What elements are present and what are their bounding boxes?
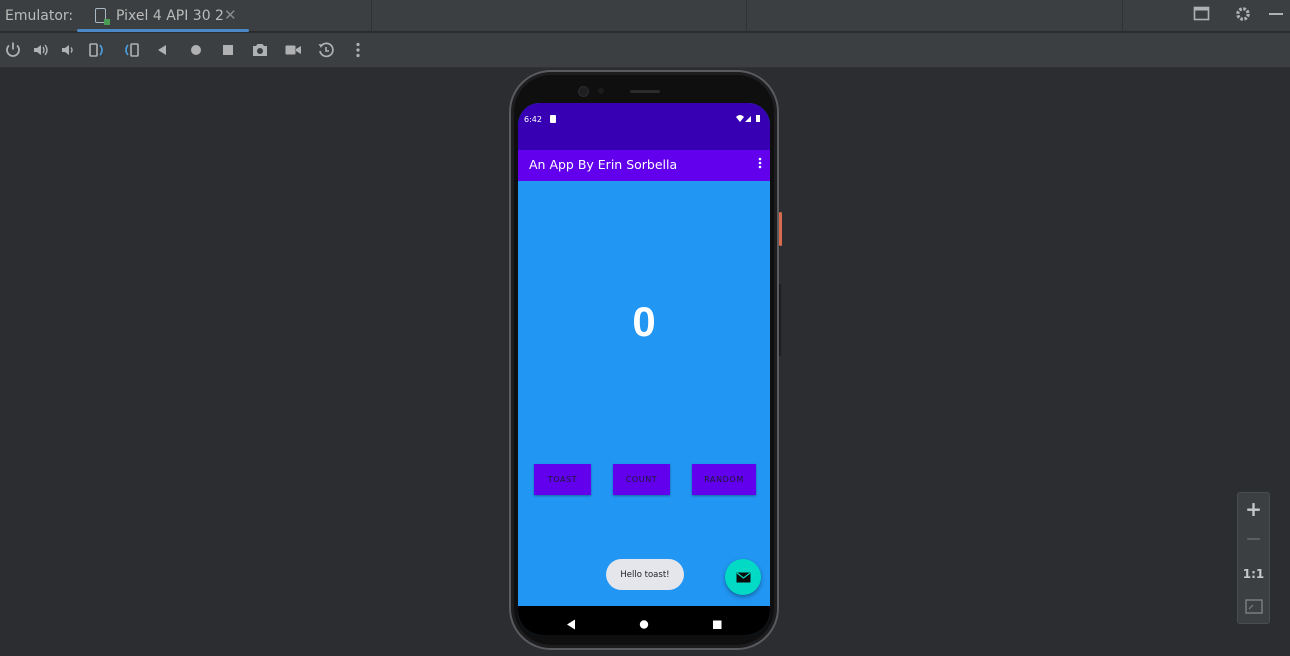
volume-down-icon[interactable] (58, 40, 78, 60)
back-icon[interactable] (152, 40, 172, 60)
window-maximize-icon[interactable] (1193, 5, 1210, 27)
toast-button[interactable]: TOAST (534, 464, 591, 495)
tab-separator (746, 0, 747, 32)
emulator-toolbar (0, 33, 1290, 68)
power-side-button[interactable] (779, 212, 782, 246)
overflow-menu-icon[interactable] (758, 157, 762, 173)
active-tab-indicator (77, 29, 249, 32)
nav-home-icon[interactable] (639, 615, 649, 634)
nav-back-icon[interactable] (566, 615, 576, 634)
rotate-right-icon[interactable] (121, 40, 141, 60)
phone-frame: 6:42 An App By Erin Sorbella 0 TOAST COU… (509, 70, 782, 650)
earpiece-speaker (630, 90, 660, 93)
count-button[interactable]: COUNT (613, 464, 670, 495)
tab-separator (1122, 0, 1123, 32)
proximity-sensor (598, 88, 604, 94)
settings-gear-icon[interactable] (1234, 5, 1252, 28)
screenshot-camera-icon[interactable] (250, 40, 270, 60)
zoom-in-button[interactable]: + (1238, 497, 1269, 521)
volume-up-icon[interactable] (31, 40, 51, 60)
nav-overview-icon[interactable] (712, 615, 722, 634)
power-icon[interactable] (3, 40, 23, 60)
front-camera (578, 86, 589, 97)
email-icon (736, 572, 750, 582)
device-tab[interactable]: Pixel 4 API 30 2 ✕ (77, 0, 249, 32)
navigation-bar (518, 606, 770, 635)
device-icon (95, 8, 110, 25)
emulator-label: Emulator: (5, 8, 74, 24)
status-time: 6:42 (524, 115, 542, 124)
fit-screen-icon[interactable] (1238, 599, 1269, 618)
status-icons (736, 114, 764, 125)
volume-side-button[interactable] (779, 284, 781, 356)
tab-separator (371, 0, 372, 32)
app-bar: An App By Erin Sorbella (518, 150, 770, 181)
minimize-icon[interactable] (1268, 5, 1284, 27)
zoom-out-button[interactable]: — (1238, 531, 1269, 547)
rotate-left-icon[interactable] (87, 40, 107, 60)
snapshot-history-icon[interactable] (316, 40, 336, 60)
random-button[interactable]: RANDOM (692, 464, 756, 495)
close-tab-icon[interactable]: ✕ (224, 6, 237, 24)
wifi-signal-battery-icon (736, 115, 760, 122)
device-tab-title: Pixel 4 API 30 2 (116, 8, 224, 24)
emulator-tab-bar: Emulator: Pixel 4 API 30 2 ✕ (0, 0, 1290, 32)
screen-record-icon[interactable] (283, 40, 303, 60)
actual-size-button[interactable]: 1:1 (1238, 567, 1269, 581)
overview-icon[interactable] (218, 40, 238, 60)
status-bar: 6:42 (518, 103, 770, 150)
device-screen[interactable]: 6:42 An App By Erin Sorbella 0 TOAST COU… (518, 103, 770, 635)
email-fab[interactable] (725, 559, 761, 595)
more-options-icon[interactable] (348, 40, 368, 60)
toast-message: Hello toast! (606, 559, 684, 590)
zoom-controls: + — 1:1 (1237, 492, 1270, 624)
home-icon[interactable] (186, 40, 206, 60)
count-display: 0 (632, 298, 656, 345)
sd-card-icon (550, 115, 556, 123)
app-title: An App By Erin Sorbella (529, 157, 678, 172)
